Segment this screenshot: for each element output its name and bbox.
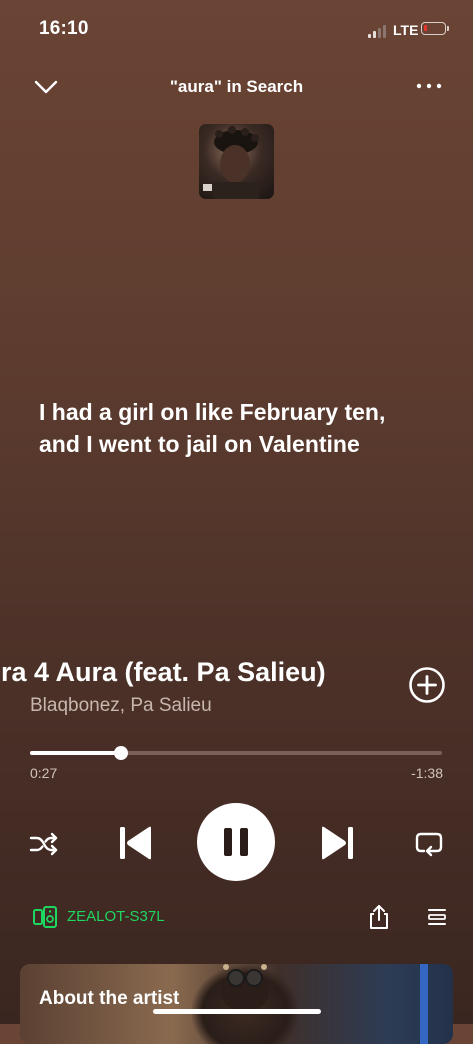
cellular-signal-icon	[368, 24, 388, 38]
track-title[interactable]: Aura 4 Aura (feat. Pa Salieu)	[0, 657, 375, 688]
pause-button[interactable]	[197, 803, 275, 881]
lyric-line: and I went to jail on Valentine	[39, 431, 360, 457]
track-artists[interactable]: Blaqbonez, Pa Salieu	[30, 695, 212, 717]
progress-bar[interactable]	[30, 746, 442, 760]
album-artwork[interactable]	[199, 124, 274, 199]
battery-icon	[421, 22, 449, 35]
speaker-device-icon[interactable]	[33, 906, 57, 928]
add-circle-icon	[409, 667, 445, 703]
about-artist-label: About the artist	[39, 988, 180, 1009]
queue-icon[interactable]	[427, 907, 447, 927]
progress-handle[interactable]	[113, 746, 128, 760]
shelf-frame	[420, 964, 428, 1044]
artist-photo	[190, 964, 300, 1044]
share-icon[interactable]	[368, 904, 390, 930]
pause-icon	[224, 828, 248, 856]
connected-device-name[interactable]: ZEALOT-S37L	[67, 908, 165, 925]
skip-previous-icon[interactable]	[119, 825, 153, 861]
lyrics-panel[interactable]: I had a girl on like February ten, and I…	[39, 396, 449, 460]
track-title-text: Aura 4 Aura (feat. Pa Salieu)	[0, 657, 326, 687]
status-time: 16:10	[39, 18, 89, 39]
progress-fill	[30, 751, 121, 755]
remaining-time: -1:38	[411, 765, 443, 781]
lyric-line: I had a girl on like February ten,	[39, 399, 386, 425]
repeat-icon[interactable]	[414, 829, 444, 857]
shuffle-icon[interactable]	[29, 830, 59, 858]
home-indicator[interactable]	[153, 1009, 321, 1014]
add-to-library-button[interactable]	[408, 666, 446, 704]
skip-next-icon[interactable]	[320, 825, 354, 861]
network-type: LTE	[393, 22, 419, 38]
more-horizontal-icon[interactable]	[415, 78, 443, 94]
elapsed-time: 0:27	[30, 765, 58, 781]
playing-context-title[interactable]: "aura" in Search	[0, 77, 473, 97]
